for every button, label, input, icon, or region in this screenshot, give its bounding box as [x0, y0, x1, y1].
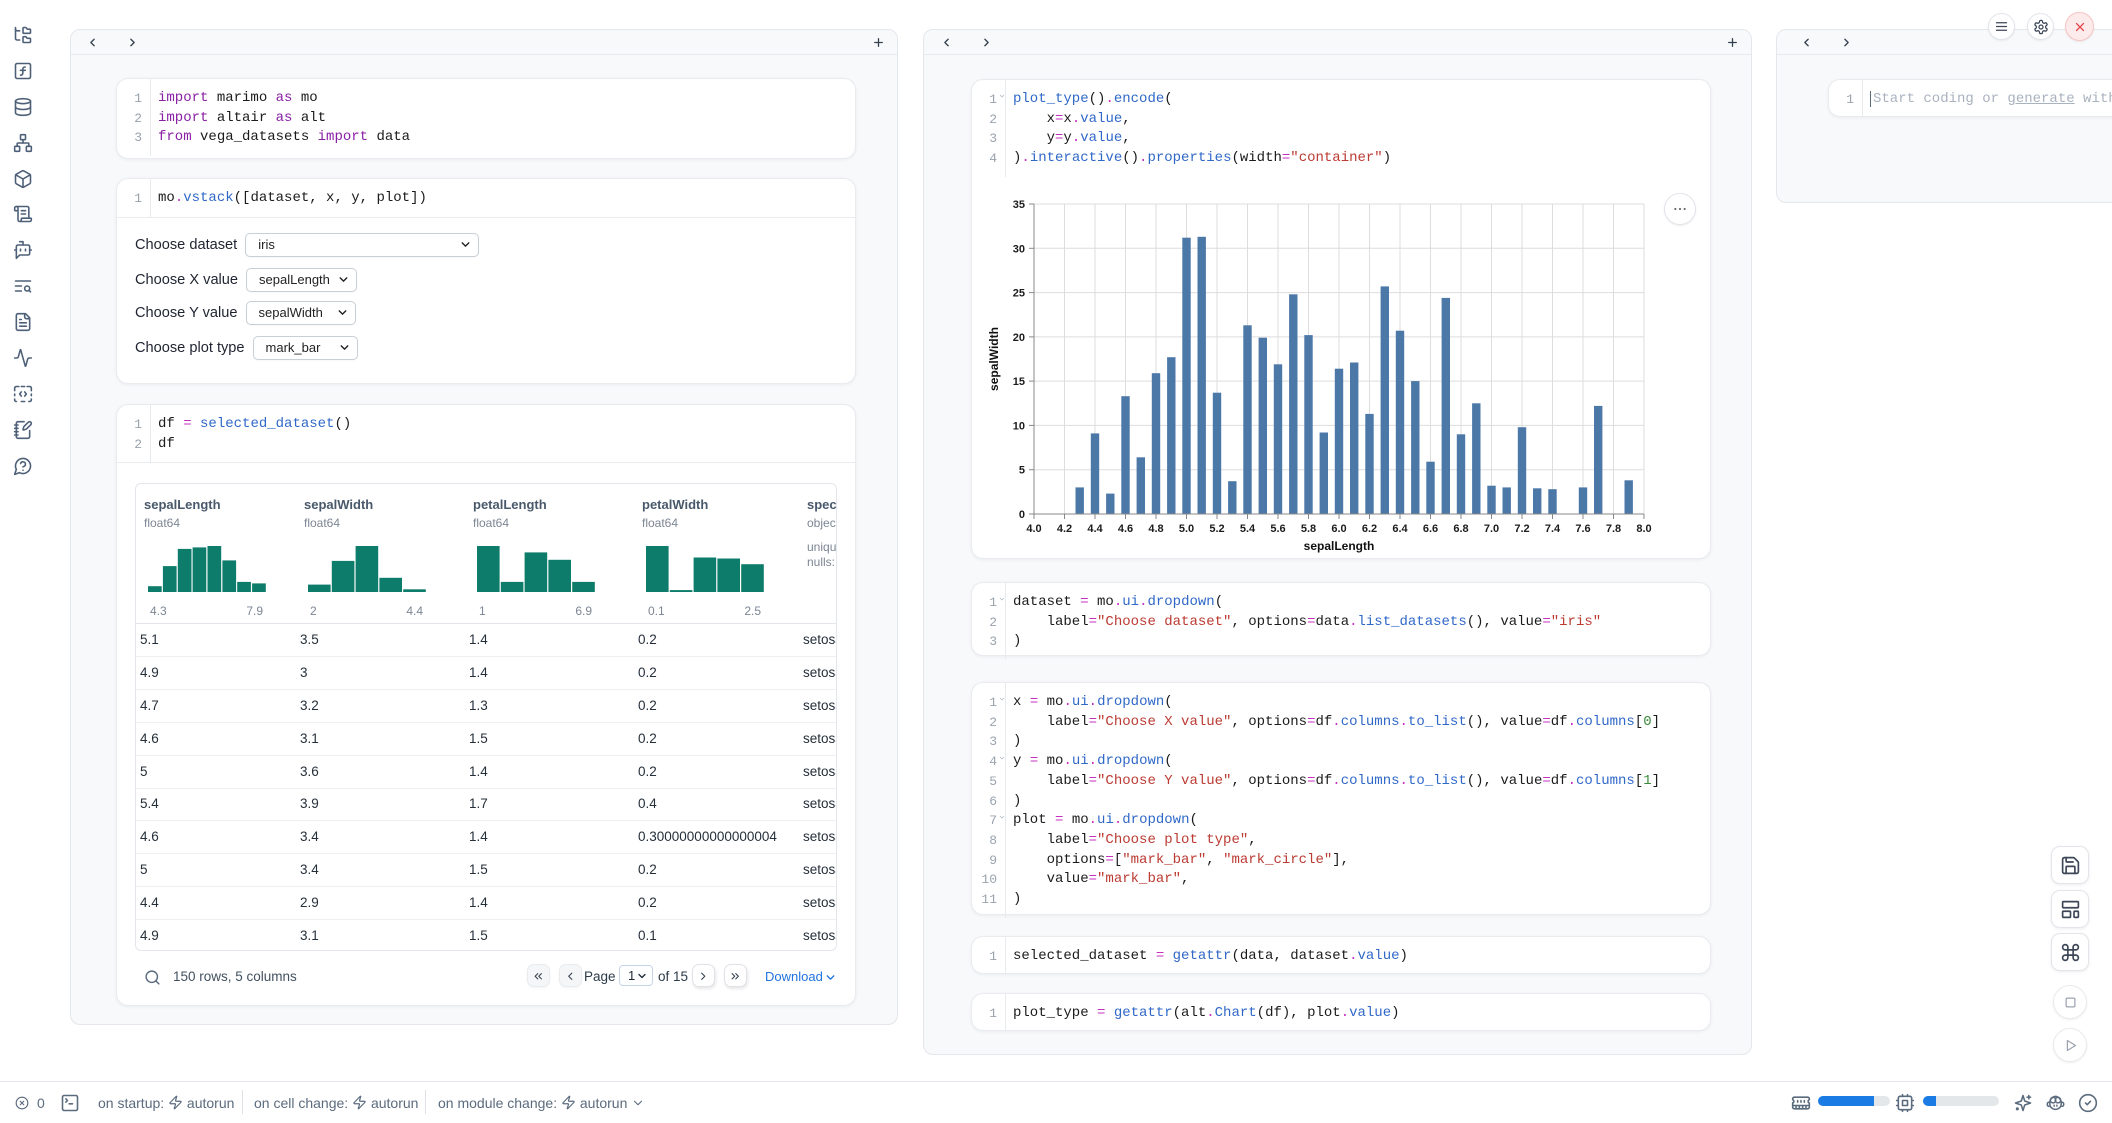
svg-text:5.6: 5.6: [1270, 523, 1285, 535]
svg-text:15: 15: [1013, 376, 1025, 388]
svg-text:7.6: 7.6: [1575, 523, 1590, 535]
svg-text:4.2: 4.2: [1057, 523, 1072, 535]
svg-text:7.4: 7.4: [1545, 523, 1561, 535]
svg-text:7.0: 7.0: [1484, 523, 1499, 535]
svg-text:4.8: 4.8: [1148, 523, 1163, 535]
svg-text:6.8: 6.8: [1453, 523, 1468, 535]
svg-text:6.4: 6.4: [1392, 523, 1408, 535]
svg-text:5.8: 5.8: [1301, 523, 1316, 535]
svg-text:7.2: 7.2: [1514, 523, 1529, 535]
svg-text:8.0: 8.0: [1636, 523, 1651, 535]
svg-text:5.0: 5.0: [1179, 523, 1194, 535]
svg-text:35: 35: [1013, 199, 1025, 211]
svg-text:0: 0: [1019, 509, 1025, 521]
svg-text:25: 25: [1013, 288, 1025, 300]
svg-text:6.0: 6.0: [1331, 523, 1346, 535]
svg-text:30: 30: [1013, 243, 1025, 255]
svg-text:6.2: 6.2: [1362, 523, 1377, 535]
svg-text:4.6: 4.6: [1118, 523, 1133, 535]
svg-text:6.6: 6.6: [1423, 523, 1438, 535]
svg-text:sepalWidth: sepalWidth: [987, 327, 1001, 391]
svg-text:10: 10: [1013, 420, 1025, 432]
svg-text:5.2: 5.2: [1209, 523, 1224, 535]
svg-text:4.0: 4.0: [1026, 523, 1041, 535]
svg-text:20: 20: [1013, 332, 1025, 344]
svg-text:sepalLength: sepalLength: [1304, 539, 1375, 553]
svg-text:5.4: 5.4: [1240, 523, 1256, 535]
svg-text:4.4: 4.4: [1087, 523, 1103, 535]
svg-text:7.8: 7.8: [1606, 523, 1621, 535]
svg-text:5: 5: [1019, 465, 1025, 477]
